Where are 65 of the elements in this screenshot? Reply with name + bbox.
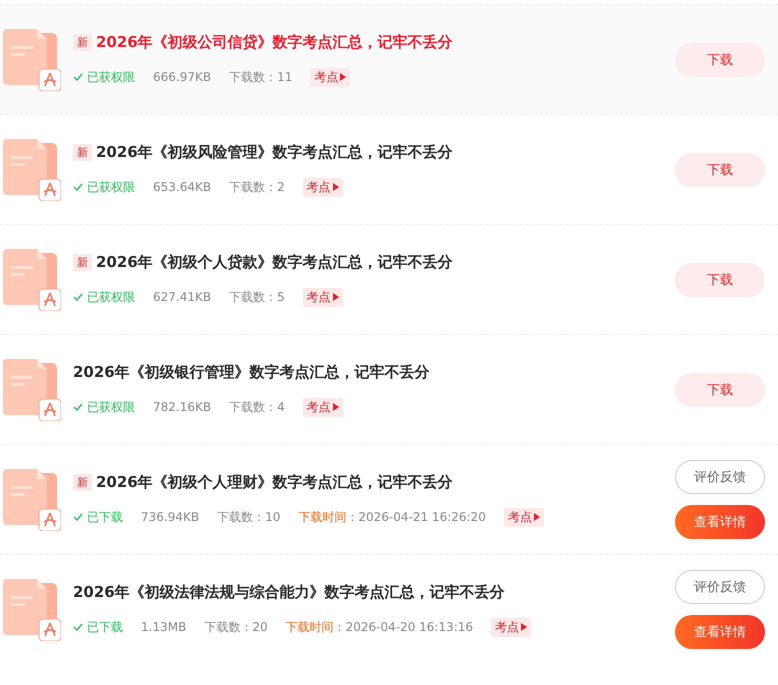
download-count: 下载数：20 <box>204 618 268 636</box>
pdf-file-icon <box>3 248 61 310</box>
download-count: 下载数：11 <box>229 68 292 86</box>
download-button[interactable]: 下载 <box>675 42 765 76</box>
pdf-file-icon <box>3 138 61 200</box>
feedback-button[interactable]: 评价反馈 <box>675 460 765 494</box>
key-points-tag[interactable]: 考点 <box>302 288 343 306</box>
pdf-file-icon <box>3 468 61 530</box>
file-size: 1.13MB <box>141 620 186 634</box>
status-text: 已获权限 <box>87 68 135 86</box>
file-size: 736.94KB <box>141 510 200 524</box>
play-icon <box>332 293 339 301</box>
check-icon <box>73 513 83 521</box>
download-count: 下载数：2 <box>229 178 285 196</box>
play-icon <box>332 183 339 191</box>
new-badge: 新 <box>73 144 92 160</box>
play-icon <box>534 513 540 521</box>
download-button[interactable]: 下载 <box>675 152 765 186</box>
file-size: 627.41KB <box>153 290 212 304</box>
download-button[interactable]: 下载 <box>675 262 765 296</box>
status-text: 已下载 <box>87 508 123 526</box>
document-title[interactable]: 2026年《初级银行管理》数字考点汇总，记牢不丢分 <box>73 362 430 382</box>
file-size: 653.64KB <box>153 180 212 194</box>
download-count: 下载数：5 <box>229 288 285 306</box>
document-title[interactable]: 2026年《初级个人贷款》数字考点汇总，记牢不丢分 <box>96 252 453 272</box>
play-icon <box>332 403 339 411</box>
download-time-label: 下载时间： <box>298 508 358 526</box>
download-count: 下载数：4 <box>229 398 285 416</box>
check-icon <box>73 73 83 81</box>
status-text: 已获权限 <box>87 288 135 306</box>
status-text: 已下载 <box>87 618 123 636</box>
pdf-file-icon <box>3 28 61 90</box>
key-points-tag[interactable]: 考点 <box>302 178 343 196</box>
new-badge: 新 <box>73 254 92 270</box>
key-points-tag[interactable]: 考点 <box>491 618 532 636</box>
download-time-label: 下载时间： <box>286 618 346 636</box>
feedback-button[interactable]: 评价反馈 <box>675 570 765 604</box>
key-points-tag[interactable]: 考点 <box>302 398 343 416</box>
check-icon <box>73 293 83 301</box>
file-size: 666.97KB <box>153 70 212 84</box>
pdf-file-icon <box>3 358 61 420</box>
status-text: 已获权限 <box>87 178 135 196</box>
new-badge: 新 <box>73 34 92 50</box>
status-text: 已获权限 <box>87 398 135 416</box>
play-icon <box>521 623 528 631</box>
download-time: 2026-04-20 16:13:16 <box>346 620 474 634</box>
document-title[interactable]: 2026年《初级公司信贷》数字考点汇总，记牢不丢分 <box>96 32 453 52</box>
play-icon <box>340 73 346 81</box>
check-icon <box>73 183 83 191</box>
key-points-tag[interactable]: 考点 <box>310 68 350 86</box>
check-icon <box>73 623 83 631</box>
document-title[interactable]: 2026年《初级个人理财》数字考点汇总，记牢不丢分 <box>96 472 453 492</box>
document-title[interactable]: 2026年《初级风险管理》数字考点汇总，记牢不丢分 <box>96 142 453 162</box>
download-count: 下载数：10 <box>217 508 280 526</box>
download-time: 2026-04-21 16:26:20 <box>358 510 486 524</box>
pdf-file-icon <box>3 578 61 640</box>
check-icon <box>73 403 83 411</box>
details-button[interactable]: 查看详情 <box>675 615 765 649</box>
details-button[interactable]: 查看详情 <box>675 505 765 539</box>
document-row[interactable]: 新 2026年《初级公司信贷》数字考点汇总，记牢不丢分 已获权限 666.97KB 下载数：11 考点 下载 <box>0 4 778 114</box>
file-size: 782.16KB <box>153 400 212 414</box>
document-title[interactable]: 2026年《初级法律法规与综合能力》数字考点汇总，记牢不丢分 <box>73 582 505 602</box>
download-button[interactable]: 下载 <box>675 372 765 406</box>
new-badge: 新 <box>73 474 92 490</box>
key-points-tag[interactable]: 考点 <box>504 508 544 526</box>
